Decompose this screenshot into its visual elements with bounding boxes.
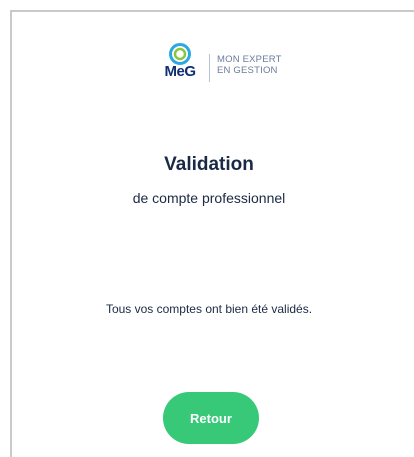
page-subtitle: de compte professionnel <box>132 190 286 206</box>
page-title: Validation <box>164 154 254 175</box>
logo-brand-text: MeG <box>164 63 196 80</box>
back-button[interactable]: Retour <box>163 392 259 444</box>
logo-divider <box>209 54 210 82</box>
logo-tagline-line1: MON EXPERT <box>217 54 282 65</box>
logo-tagline-line2: EN GESTION <box>217 65 278 76</box>
logo-tagline: MON EXPERT EN GESTION <box>217 54 282 76</box>
company-logo: MeG MON EXPERT EN GESTION <box>157 42 282 90</box>
validation-message: Tous vos comptes ont bien été validés. <box>105 302 313 316</box>
logo-mark: MeG <box>157 42 203 88</box>
content-panel: MeG MON EXPERT EN GESTION Validation de … <box>10 10 414 457</box>
